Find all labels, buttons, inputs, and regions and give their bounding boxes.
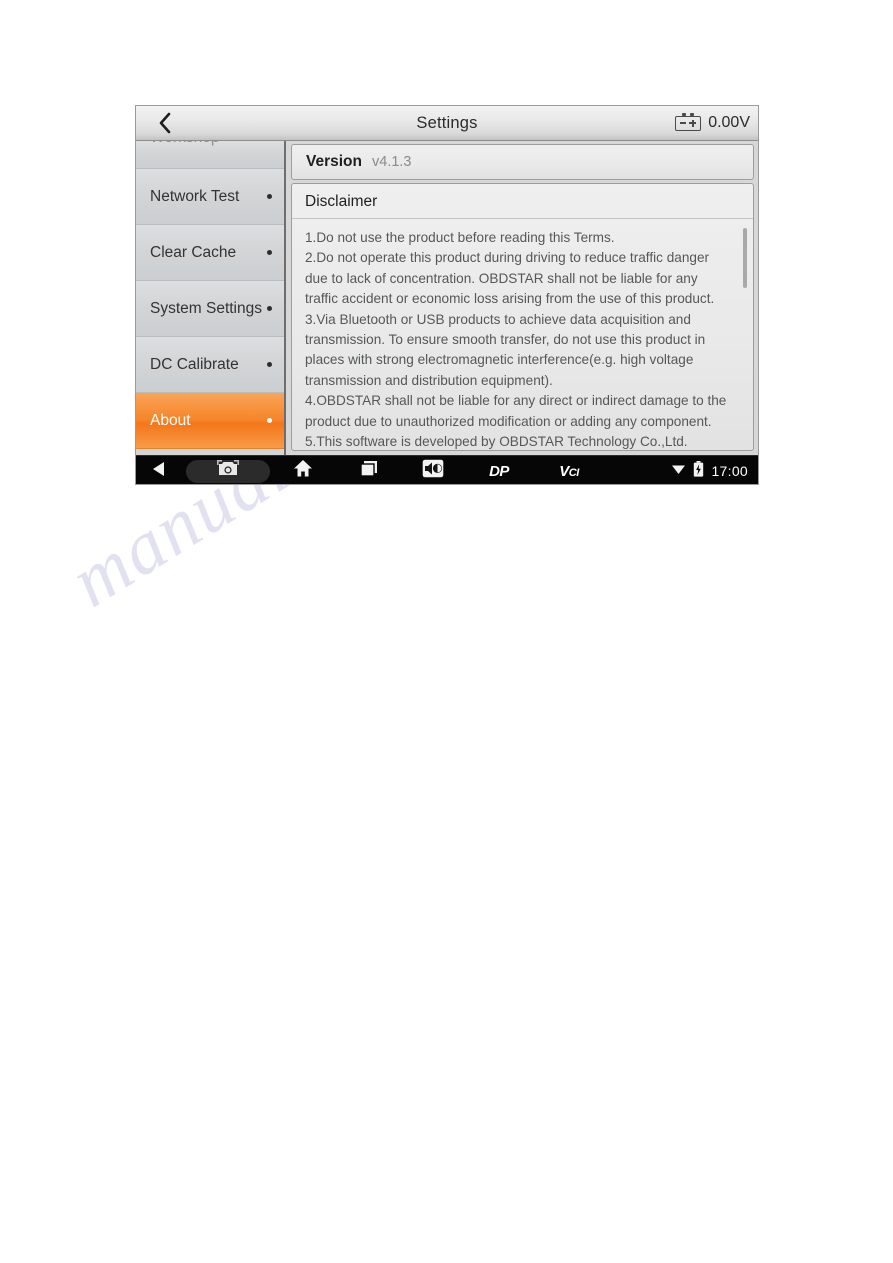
bullet-dot-icon — [267, 418, 272, 423]
disclaimer-scrollbar[interactable] — [743, 228, 747, 444]
sidebar-item-label: Network Test — [150, 187, 240, 205]
bullet-dot-icon — [267, 194, 272, 199]
disclaimer-line: 4.OBDSTAR shall not be liable for any di… — [305, 393, 727, 429]
nav-recent-apps-button[interactable] — [336, 456, 402, 484]
disclaimer-line: 2.Do not operate this product during dri… — [305, 250, 715, 307]
nav-vci-logo[interactable]: VCI — [534, 456, 604, 484]
voltage-value: 0.00V — [708, 114, 750, 131]
status-icons: 17:00 — [671, 456, 758, 484]
sidebar-item-label: About — [150, 411, 191, 429]
sidebar-item-system-settings[interactable]: System Settings — [136, 281, 284, 337]
disclaimer-title: Disclaimer — [292, 184, 753, 219]
sidebar-item-label: DC Calibrate — [150, 355, 239, 373]
bullet-dot-icon — [267, 362, 272, 367]
nav-back-button[interactable] — [136, 456, 184, 484]
car-battery-icon — [675, 113, 702, 131]
sidebar-item-label: Workshop — [136, 141, 220, 147]
nav-home-button[interactable] — [270, 456, 336, 484]
sidebar-item-network-test[interactable]: Network Test — [136, 169, 284, 225]
version-value: v4.1.3 — [372, 154, 412, 170]
vci-logo-text: VCI — [559, 463, 579, 480]
disclaimer-card: Disclaimer 1.Do not use the product befo… — [291, 183, 754, 451]
bullet-dot-icon — [267, 250, 272, 255]
nav-dp-logo[interactable]: DP — [464, 456, 534, 484]
camera-icon — [217, 459, 239, 483]
version-row[interactable]: Version v4.1.3 — [291, 144, 754, 180]
page-title: Settings — [416, 114, 478, 132]
recent-apps-icon — [359, 460, 379, 483]
disclaimer-line: 3.Via Bluetooth or USB products to achie… — [305, 311, 706, 388]
sidebar-item-about[interactable]: About — [136, 393, 284, 449]
dp-logo-text: DP — [489, 462, 509, 480]
disclaimer-line: 5.This software is developed by OBDSTAR … — [305, 434, 688, 450]
settings-sidebar: Workshop Network Test Clear Cache System… — [136, 141, 286, 455]
voltage-indicator: 0.00V — [675, 106, 750, 140]
sidebar-item-workshop[interactable]: Workshop — [136, 141, 284, 169]
android-navigation-bar: DP VCI 17:00 — [136, 455, 758, 484]
vci-logo-main: V — [559, 462, 569, 480]
sidebar-item-clear-cache[interactable]: Clear Cache — [136, 225, 284, 281]
battery-charging-icon — [693, 460, 704, 482]
version-label: Version — [306, 153, 362, 170]
volume-icon — [422, 459, 444, 483]
sidebar-item-label: Clear Cache — [150, 243, 237, 261]
home-icon — [293, 459, 313, 483]
sidebar-item-label: System Settings — [150, 299, 262, 317]
device-screen: Settings 0.00V Workshop Network Test Cle… — [135, 105, 759, 485]
content-area: Workshop Network Test Clear Cache System… — [136, 141, 758, 455]
clock: 17:00 — [711, 463, 748, 479]
sidebar-item-dc-calibrate[interactable]: DC Calibrate — [136, 337, 284, 393]
disclaimer-line: 1.Do not use the product before reading … — [305, 230, 615, 245]
vci-logo-sub: CI — [568, 466, 580, 479]
nav-volume-button[interactable] — [402, 456, 464, 484]
title-bar: Settings 0.00V — [136, 106, 758, 141]
nav-screenshot-button[interactable] — [186, 459, 270, 483]
about-panel: Version v4.1.3 Disclaimer 1.Do not use t… — [286, 141, 758, 455]
wifi-icon — [671, 462, 686, 480]
scrollbar-thumb[interactable] — [743, 228, 747, 288]
back-triangle-icon — [151, 460, 169, 483]
disclaimer-body: 1.Do not use the product before reading … — [292, 219, 753, 450]
bullet-dot-icon — [267, 306, 272, 311]
